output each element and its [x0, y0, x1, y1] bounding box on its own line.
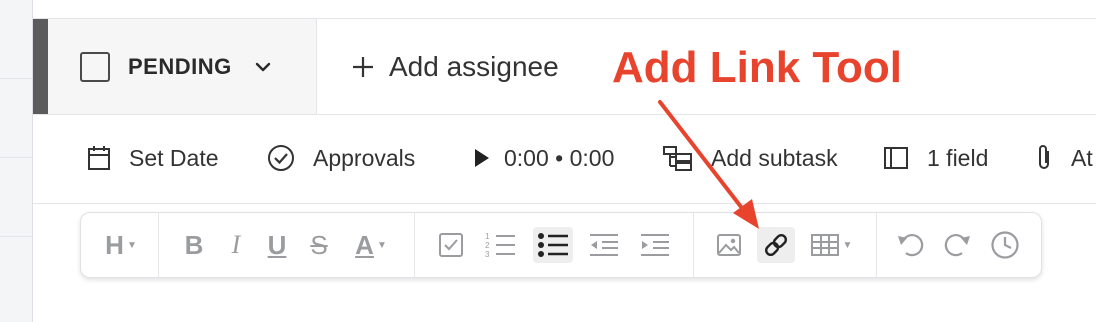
task-panel: PENDING Add assignee Set Date Approvals … [33, 0, 1096, 322]
approvals-button[interactable]: Approvals [267, 141, 415, 175]
undo-button[interactable] [893, 227, 929, 263]
set-date-button[interactable]: Set Date [87, 141, 219, 175]
indent-icon [641, 234, 669, 256]
bold-button[interactable]: B [178, 227, 210, 263]
table-icon [810, 234, 839, 256]
italic-button[interactable]: I [221, 227, 251, 263]
add-subtask-label: Add subtask [711, 144, 838, 171]
add-subtask-button[interactable]: Add subtask [663, 141, 838, 175]
set-date-label: Set Date [129, 144, 219, 171]
time-tracker[interactable]: 0:00 • 0:00 [474, 141, 614, 175]
status-row: PENDING Add assignee [33, 18, 1096, 115]
table-dropdown[interactable]: ▼ [805, 227, 857, 263]
calendar-icon [88, 146, 110, 170]
svg-text:2: 2 [485, 241, 490, 250]
svg-text:3: 3 [485, 250, 490, 259]
play-icon[interactable] [474, 148, 490, 168]
status-accent-bar [33, 19, 48, 114]
image-icon [717, 234, 741, 256]
toolbar-separator [158, 213, 159, 277]
left-sidebar-edge [0, 0, 33, 322]
timer-value: 0:00 • 0:00 [504, 144, 615, 171]
checklist-button[interactable] [433, 227, 469, 263]
heading-dropdown[interactable]: H ▼ [96, 227, 146, 263]
add-assignee-label: Add assignee [389, 50, 559, 82]
text-color-glyph: A [355, 229, 374, 260]
strike-glyph: S [310, 229, 328, 260]
paperclip-icon [1039, 145, 1049, 169]
task-meta-row: Set Date Approvals 0:00 • 0:00 Add subta… [33, 113, 1096, 204]
toolbar-separator [414, 213, 415, 277]
link-icon [764, 233, 788, 257]
chevron-down-icon[interactable] [254, 58, 272, 76]
annotation-label: Add Link Tool [612, 43, 903, 92]
outdent-icon [590, 234, 618, 256]
caret-icon: ▼ [376, 239, 387, 251]
sidebar-divider [0, 236, 32, 237]
subtask-icon [663, 146, 692, 171]
toolbar-separator [876, 213, 877, 277]
strikethrough-button[interactable]: S [303, 227, 335, 263]
status-dropdown[interactable]: PENDING [48, 19, 317, 114]
image-button[interactable] [711, 227, 747, 263]
status-label: PENDING [128, 53, 232, 79]
fields-label: 1 field [927, 144, 989, 171]
check-circle-icon [268, 145, 294, 171]
bulleted-list-icon [538, 233, 568, 257]
bulleted-list-button[interactable] [533, 227, 573, 263]
undo-icon [898, 234, 924, 257]
numbered-list-button[interactable]: 1 2 3 [479, 227, 521, 263]
redo-icon [944, 234, 970, 257]
caret-icon: ▼ [126, 239, 137, 251]
history-icon [991, 231, 1019, 259]
caret-icon: ▼ [842, 239, 853, 251]
bold-glyph: B [184, 229, 204, 260]
add-assignee-button[interactable]: Add assignee [351, 19, 559, 114]
redo-button[interactable] [939, 227, 975, 263]
underline-glyph: U [267, 229, 287, 260]
attach-label: At [1071, 144, 1093, 171]
toolbar-separator [693, 213, 694, 277]
custom-fields-button[interactable]: 1 field [883, 141, 988, 175]
numbered-list-icon: 1 2 3 [485, 232, 515, 259]
plus-icon [353, 56, 373, 77]
approvals-label: Approvals [313, 144, 416, 171]
checklist-icon [439, 233, 463, 257]
italic-glyph: I [231, 230, 241, 259]
underline-button[interactable]: U [261, 227, 293, 263]
heading-glyph: H [105, 229, 124, 260]
history-button[interactable] [987, 227, 1023, 263]
checkbox-icon[interactable] [80, 51, 110, 82]
sidebar-divider [0, 157, 32, 158]
field-icon [884, 147, 908, 169]
sidebar-divider [0, 78, 32, 79]
indent-button[interactable] [637, 227, 673, 263]
rich-text-toolbar: H ▼ B I U S A ▼ 1 2 3 ▼ [80, 212, 1042, 278]
link-button[interactable] [757, 227, 795, 263]
svg-text:1: 1 [485, 232, 490, 241]
attach-button[interactable]: At [1035, 141, 1093, 175]
outdent-button[interactable] [586, 227, 622, 263]
text-color-dropdown[interactable]: A ▼ [346, 227, 396, 263]
